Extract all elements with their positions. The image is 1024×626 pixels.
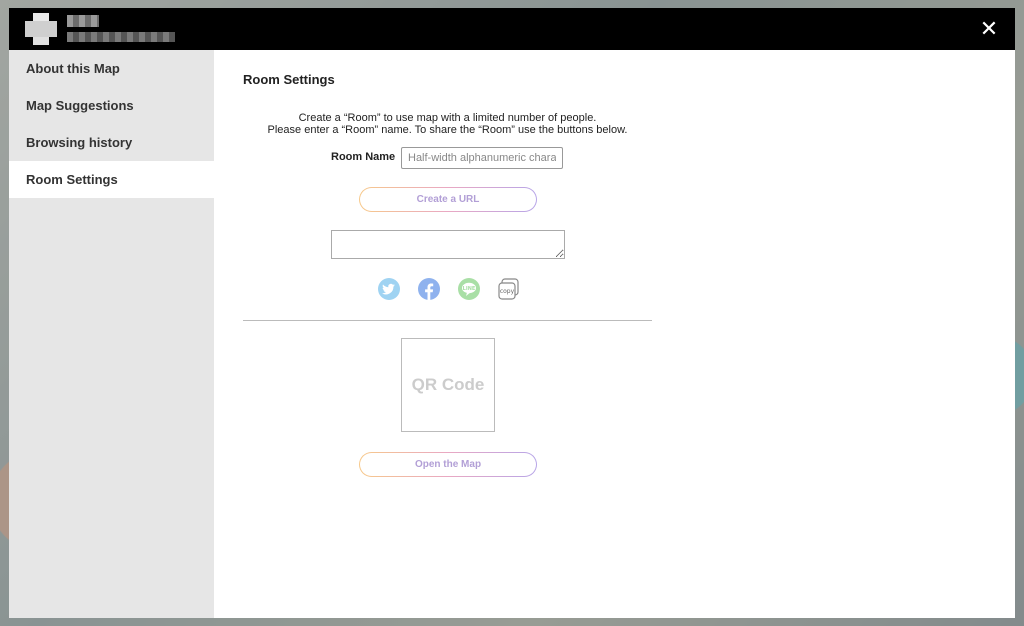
open-map-label: Open the Map bbox=[360, 453, 536, 476]
line-icon[interactable]: LINE bbox=[457, 277, 481, 301]
brand-name bbox=[67, 15, 99, 27]
logo bbox=[25, 13, 57, 45]
page-title: Room Settings bbox=[243, 72, 335, 87]
copy-icon[interactable]: copy bbox=[497, 277, 521, 301]
description-line-2: Please enter a “Room” name. To share the… bbox=[267, 124, 628, 136]
room-settings-panel: Room Settings Create a “Room” to use map… bbox=[214, 50, 1015, 618]
room-name-label: Room Name bbox=[331, 151, 396, 163]
sidebar-item-history[interactable]: Browsing history bbox=[9, 124, 214, 161]
description-line-1: Create a “Room” to use map with a limite… bbox=[298, 112, 597, 124]
url-output-field[interactable] bbox=[331, 230, 565, 259]
modal-header: ✕ bbox=[9, 8, 1015, 50]
line-icon-text: LINE bbox=[463, 286, 476, 292]
brand-subtitle bbox=[67, 32, 175, 42]
facebook-icon[interactable] bbox=[417, 277, 441, 301]
create-url-label: Create a URL bbox=[360, 188, 536, 211]
sidebar-item-room-settings[interactable]: Room Settings bbox=[9, 161, 214, 198]
create-url-button[interactable]: Create a URL bbox=[359, 187, 537, 212]
twitter-icon[interactable] bbox=[377, 277, 401, 301]
sidebar-item-about[interactable]: About this Map bbox=[9, 50, 214, 87]
description: Create a “Room” to use map with a limite… bbox=[243, 112, 652, 136]
sidebar: About this Map Map Suggestions Browsing … bbox=[9, 50, 214, 618]
close-icon[interactable]: ✕ bbox=[977, 17, 1001, 41]
qr-code-placeholder: QR Code bbox=[401, 338, 495, 432]
copy-icon-text: copy bbox=[500, 288, 515, 295]
room-name-input[interactable] bbox=[401, 147, 563, 169]
open-map-button[interactable]: Open the Map bbox=[359, 452, 537, 477]
sidebar-item-suggestions[interactable]: Map Suggestions bbox=[9, 87, 214, 124]
settings-modal: ✕ About this Map Map Suggestions Browsin… bbox=[9, 8, 1015, 618]
divider bbox=[243, 320, 652, 321]
